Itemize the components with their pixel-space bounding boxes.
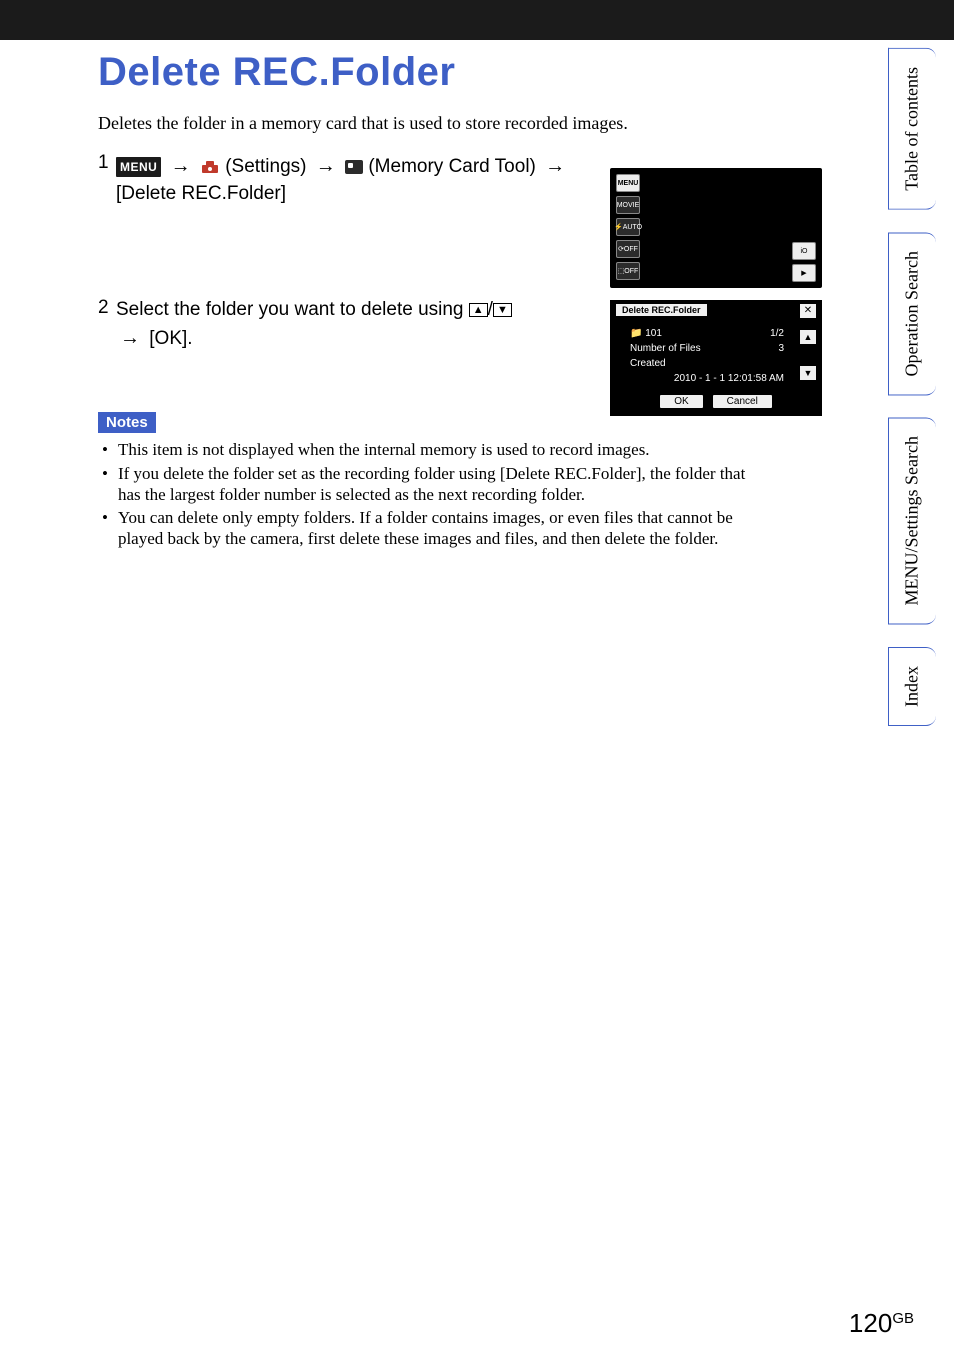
files-label: Number of Files	[630, 341, 701, 356]
up-key-icon: ▲	[469, 303, 488, 317]
cam-play-icon: ▶	[792, 264, 816, 282]
files-value: 3	[778, 341, 784, 356]
step-number: 2	[98, 297, 116, 319]
step-1-body: MENU → (Settings) → (Memory Card Tool) →…	[116, 152, 586, 207]
side-tabs: Table of contents Operation Search MENU/…	[888, 48, 936, 726]
step-number: 1	[98, 152, 116, 174]
tab-operation-search[interactable]: Operation Search	[888, 232, 936, 395]
arrow-icon: →	[545, 155, 565, 177]
up-arrow-icon: ▲	[800, 330, 816, 344]
created-value: 2010 - 1 - 1 12:01:58 AM	[674, 373, 784, 384]
down-key-icon: ▼	[493, 303, 512, 317]
notes-label: Notes	[98, 412, 156, 433]
dialog-ok-button: OK	[660, 395, 702, 408]
created-label: Created	[630, 358, 666, 369]
page-title: Delete REC.Folder	[98, 50, 752, 95]
note-item: You can delete only empty folders. If a …	[98, 507, 752, 550]
note-item: This item is not displayed when the inte…	[98, 439, 752, 460]
page-indicator: 1/2	[770, 326, 784, 341]
dialog-cancel-button: Cancel	[713, 395, 772, 408]
cam-menu-icon: MENU	[616, 174, 640, 192]
arrow-icon: →	[171, 155, 191, 177]
settings-icon	[200, 159, 220, 175]
tool-label: (Memory Card Tool)	[368, 156, 536, 177]
step-target: [Delete REC.Folder]	[116, 183, 286, 204]
page-number: 120	[849, 1308, 892, 1338]
top-bar	[0, 0, 954, 40]
settings-label: (Settings)	[225, 156, 306, 177]
dialog-title: Delete REC.Folder	[616, 304, 707, 316]
cam-movie-icon: MOVIE	[616, 196, 640, 214]
folder-number: 101	[645, 328, 662, 339]
notes-section: Notes This item is not displayed when th…	[98, 412, 752, 549]
notes-list: This item is not displayed when the inte…	[98, 439, 752, 549]
cam-flash-icon: ⚡AUTO	[616, 218, 640, 236]
region-code: GB	[892, 1310, 914, 1327]
camera-screenshot-menu: MENU MOVIE ⚡AUTO ⟳OFF ⬚OFF iO ▶	[610, 168, 822, 288]
cam-timer-icon: ⟳OFF	[616, 240, 640, 258]
menu-icon: MENU	[116, 157, 161, 178]
down-arrow-icon: ▼	[800, 366, 816, 380]
tab-toc[interactable]: Table of contents	[888, 48, 936, 210]
step-2-body: Select the folder you want to delete usi…	[116, 297, 586, 352]
close-icon: ✕	[800, 304, 816, 318]
arrow-icon: →	[120, 327, 140, 349]
arrow-icon: →	[316, 155, 336, 177]
page-footer: 120GB	[849, 1308, 914, 1339]
memory-card-icon	[345, 160, 363, 174]
cam-mode-icon: iO	[792, 242, 816, 260]
dialog-body: 📁 1011/2 Number of Files3 Created 2010 -…	[630, 326, 784, 386]
step-2-suffix: [OK].	[144, 328, 193, 349]
tab-menu-settings-search[interactable]: MENU/Settings Search	[888, 417, 936, 624]
cam-smile-icon: ⬚OFF	[616, 262, 640, 280]
step-2-prefix: Select the folder you want to delete usi…	[116, 299, 469, 320]
camera-screenshot-dialog: Delete REC.Folder ✕ ▲ ▼ 📁 1011/2 Number …	[610, 300, 822, 416]
note-item: If you delete the folder set as the reco…	[98, 463, 752, 506]
tab-index[interactable]: Index	[888, 647, 936, 726]
intro-text: Deletes the folder in a memory card that…	[98, 113, 752, 134]
